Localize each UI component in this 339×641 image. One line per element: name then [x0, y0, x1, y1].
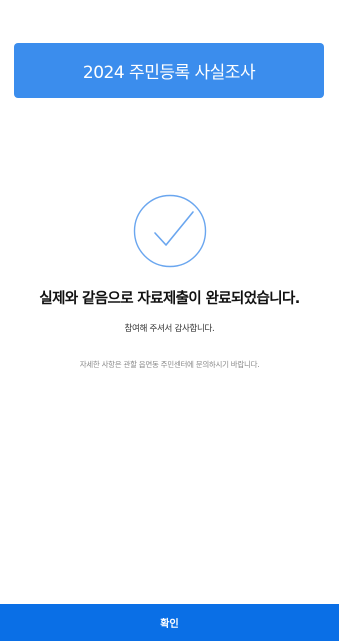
contact-info-message: 자세한 사항은 관할 읍면동 주민센터에 문의하시기 바랍니다.	[79, 360, 260, 369]
thanks-message: 참여해 주셔서 감사합니다.	[124, 324, 215, 334]
check-circle-ring	[133, 194, 207, 268]
check-mark	[154, 211, 194, 246]
check-circle-icon	[132, 193, 208, 269]
header-banner: 2024 주민등록 사실조사	[14, 43, 324, 98]
page-title: 2024 주민등록 사실조사	[82, 63, 256, 83]
completion-screen: 2024 주민등록 사실조사 실제와 같음으로 자료제출이 완료되었습니다. 참…	[0, 0, 339, 641]
completion-message: 실제와 같음으로 자료제출이 완료되었습니다.	[39, 291, 300, 307]
confirm-button-label: 확인	[160, 619, 179, 630]
confirm-button[interactable]: 확인	[0, 604, 339, 641]
